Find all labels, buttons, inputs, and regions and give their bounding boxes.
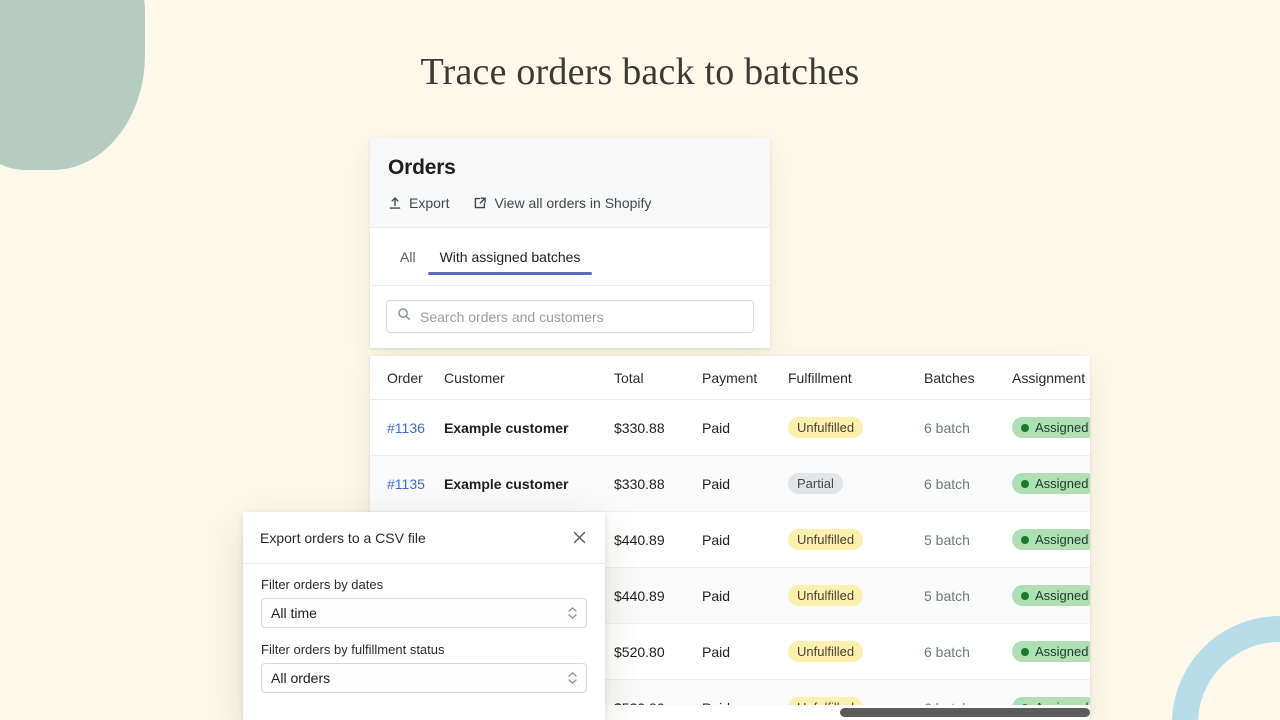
column-header-order[interactable]: Order (370, 356, 444, 400)
modal-title: Export orders to a CSV file (260, 529, 426, 546)
orders-card: Orders Export View all orders in Shopify… (370, 138, 770, 348)
cell-assignment: Assigned (1012, 567, 1090, 624)
modal-body: Filter orders by dates All time Filter o… (243, 564, 605, 693)
export-orders-modal: Export orders to a CSV file Filter order… (243, 512, 605, 720)
cell-fulfillment: Partial (788, 455, 924, 512)
cell-fulfillment: Unfulfilled (788, 511, 924, 568)
search-input[interactable] (420, 308, 743, 325)
cell-payment: Paid (702, 399, 788, 456)
fulfillment-status-badge: Unfulfilled (788, 417, 864, 438)
cell-total: $440.89 (614, 567, 702, 624)
view-all-orders-link[interactable]: View all orders in Shopify (473, 195, 651, 211)
cell-order: #1136 (370, 399, 444, 456)
status-dot-icon (1021, 535, 1029, 544)
cell-assignment: Assigned (1012, 511, 1090, 568)
chevron-updown-icon (568, 672, 577, 684)
cell-assignment: Assigned (1012, 623, 1090, 680)
filter-dates-select[interactable]: All time (261, 598, 587, 628)
batches-count: 5 batch (924, 531, 970, 548)
assignment-status-badge: Assigned (1012, 417, 1090, 438)
fulfillment-status-badge: Unfulfilled (788, 529, 864, 550)
cell-batches: 6 batch (924, 399, 1012, 456)
status-dot-icon (1021, 591, 1029, 600)
tab-all-label: All (400, 248, 416, 265)
cell-total: $330.88 (614, 455, 702, 512)
cell-payment: Paid (702, 455, 788, 512)
view-all-orders-label: View all orders in Shopify (494, 195, 652, 211)
filter-dates-value: All time (271, 605, 317, 621)
cell-customer: Example customer (444, 455, 614, 512)
cell-payment: Paid (702, 567, 788, 624)
batches-count: 6 batch (924, 419, 970, 436)
orders-tabs: All With assigned batches (370, 228, 770, 286)
order-link[interactable]: #1135 (387, 476, 425, 492)
tab-with-assigned-batches-label: With assigned batches (439, 248, 581, 265)
modal-header: Export orders to a CSV file (243, 512, 605, 564)
external-link-icon (473, 196, 487, 210)
filter-fulfillment-label: Filter orders by fulfillment status (261, 642, 445, 657)
batches-count: 6 batch (924, 643, 970, 660)
customer-name: Example customer (444, 419, 569, 436)
filter-dates-label: Filter orders by dates (261, 577, 384, 592)
cell-assignment: Assigned (1012, 455, 1090, 512)
column-header-customer[interactable]: Customer (444, 356, 614, 400)
filter-fulfillment-value: All orders (271, 670, 331, 686)
chevron-updown-icon (568, 607, 577, 619)
assignment-status-badge: Assigned (1012, 473, 1090, 494)
fulfillment-status-badge: Partial (788, 473, 843, 494)
fulfillment-status-badge: Unfulfilled (788, 585, 864, 606)
cell-total: $520.80 (614, 623, 702, 680)
cell-batches: 5 batch (924, 511, 1012, 568)
cell-fulfillment: Unfulfilled (788, 399, 924, 456)
column-header-fulfillment[interactable]: Fulfillment (788, 356, 924, 400)
column-header-assignment[interactable]: Assignment (1012, 356, 1090, 400)
column-header-total[interactable]: Total (614, 356, 702, 400)
table-row[interactable]: #1135 Example customer $330.88 Paid Partial 6… (370, 455, 1090, 512)
column-header-batches[interactable]: Batches (924, 356, 1012, 400)
cell-total: $330.88 (614, 399, 702, 456)
table-header-row: Order Customer Total Payment Fulfillment… (370, 356, 1090, 400)
blue-ring-decoration (1172, 616, 1280, 720)
orders-card-header: Orders Export View all orders in Shopify (370, 138, 770, 228)
cell-fulfillment: Unfulfilled (788, 623, 924, 680)
scrollbar-thumb[interactable] (840, 708, 1090, 717)
upload-icon (388, 196, 402, 210)
tab-with-assigned-batches[interactable]: With assigned batches (427, 228, 593, 285)
batches-count: 5 batch (924, 587, 970, 604)
page-title: Trace orders back to batches (420, 51, 860, 93)
cell-fulfillment: Unfulfilled (788, 567, 924, 624)
cell-batches: 5 batch (924, 567, 1012, 624)
cell-payment: Paid (702, 511, 788, 568)
search-box[interactable] (386, 300, 754, 333)
batches-count: 6 batch (924, 475, 970, 492)
export-label: Export (409, 195, 450, 211)
status-dot-icon (1021, 647, 1029, 656)
cell-batches: 6 batch (924, 455, 1012, 512)
table-row[interactable]: #1136 Example customer $330.88 Paid Unfulfil… (370, 399, 1090, 456)
orders-heading: Orders (388, 156, 456, 179)
assignment-status-badge: Assigned (1012, 585, 1090, 606)
fulfillment-status-badge: Unfulfilled (788, 641, 864, 662)
cell-order: #1135 (370, 455, 444, 512)
cell-batches: 6 batch (924, 623, 1012, 680)
column-header-payment[interactable]: Payment (702, 356, 788, 400)
order-link[interactable]: #1136 (387, 420, 425, 436)
cell-customer: Example customer (444, 399, 614, 456)
status-dot-icon (1021, 423, 1029, 432)
close-icon[interactable] (571, 529, 588, 546)
filter-fulfillment-select[interactable]: All orders (261, 663, 587, 693)
customer-name: Example customer (444, 475, 569, 492)
assignment-status-badge: Assigned (1012, 641, 1090, 662)
status-dot-icon (1021, 479, 1029, 488)
export-button[interactable]: Export (388, 195, 449, 211)
orders-header-actions: Export View all orders in Shopify (388, 195, 752, 211)
tab-all[interactable]: All (388, 228, 428, 285)
cell-payment: Paid (702, 623, 788, 680)
cell-assignment: Assigned (1012, 399, 1090, 456)
cell-total: $440.89 (614, 511, 702, 568)
assignment-status-badge: Assigned (1012, 529, 1090, 550)
search-section (370, 286, 770, 348)
search-icon (397, 307, 411, 326)
orders-table-head: Order Customer Total Payment Fulfillment… (370, 356, 1090, 400)
